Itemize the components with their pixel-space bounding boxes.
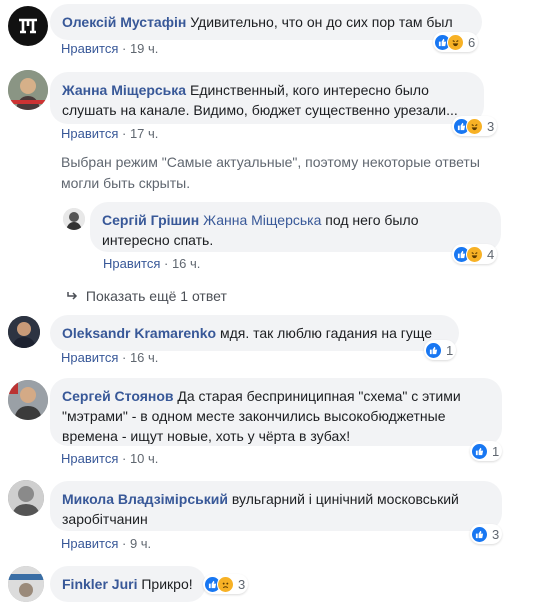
like-link[interactable]: Нравится [61,350,118,365]
like-link[interactable]: Нравится [61,126,118,141]
reaction-count: 1 [492,443,500,459]
reactions-summary[interactable]: 1 [424,340,457,360]
timestamp[interactable]: 9 ч. [130,536,151,551]
avatar[interactable] [8,70,48,110]
comment-author[interactable]: Олексій Мустафін [62,14,186,30]
comment-meta: Нравится · 9 ч. [61,536,152,551]
timestamp[interactable]: 17 ч. [130,126,158,141]
like-link[interactable]: Нравится [61,451,118,466]
reactions-summary[interactable]: 3 [452,116,498,136]
like-reaction-icon [471,525,488,543]
user-photo-icon [8,480,44,516]
reactions-summary[interactable]: 4 [452,244,498,264]
show-more-label: Показать ещё 1 ответ [85,288,227,304]
comment-author[interactable]: Finkler Juri [62,576,137,592]
timestamp[interactable]: 10 ч. [130,451,158,466]
mention-link[interactable]: Жанна Міщерська [203,212,321,228]
user-photo-icon [63,208,85,230]
user-photo-icon [8,316,40,348]
avatar[interactable] [63,208,85,230]
comment-author[interactable]: Микола Владзімірський [62,491,228,507]
like-reaction-icon [471,442,488,460]
timestamp[interactable]: 16 ч. [172,256,200,271]
reply-arrow-icon [66,288,82,304]
avatar[interactable] [8,6,48,46]
comment-bubble: Сергей Стоянов Да старая бесприниципная … [50,378,502,446]
tamga-logo-icon [19,18,37,34]
user-photo-icon [8,70,48,110]
comment-meta: Нравится · 16 ч. [103,256,201,271]
haha-reaction-icon [447,33,464,51]
reaction-count: 1 [446,342,454,358]
timestamp[interactable]: 19 ч. [130,41,158,56]
haha-reaction-icon [466,245,483,263]
comment-meta: Нравится · 16 ч. [61,350,159,365]
timestamp[interactable]: 16 ч. [130,350,158,365]
haha-reaction-icon [466,117,483,135]
like-link[interactable]: Нравится [61,41,118,56]
comment-author[interactable]: Oleksandr Kramarenko [62,325,216,341]
user-photo-icon [8,566,44,602]
comment-bubble: Олексій Мустафін Удивительно, что он до … [50,4,482,40]
reactions-summary[interactable]: 3 [470,524,503,544]
reactions-summary[interactable]: 3 [203,574,249,594]
reaction-count: 4 [487,246,495,262]
comment-bubble: Finkler Juri Прикро! [50,566,206,602]
comment-text: Прикро! [141,576,193,592]
reaction-count: 3 [487,118,495,134]
filter-notice: Выбран режим "Самые актуальные", поэтому… [61,154,480,191]
comment-author[interactable]: Жанна Міщерська [62,82,186,98]
comment-meta: Нравится · 19 ч. [61,41,159,56]
comment-text: Удивительно, что он до сих пор там был [190,14,453,30]
user-photo-icon [8,380,48,420]
comment-bubble: Oleksandr Kramarenko мдя. так люблю гада… [50,315,459,351]
comment-author[interactable]: Сергій Грішин [102,212,199,228]
avatar[interactable] [8,566,44,602]
reply-bubble: Сергій Грішин Жанна Міщерська под него б… [90,202,501,252]
comment-meta: Нравится · 10 ч. [61,451,159,466]
reaction-count: 3 [492,526,500,542]
comment-meta: Нравится · 17 ч. [61,126,159,141]
comment-text: мдя. так люблю гадания на гуще [219,325,433,341]
like-reaction-icon [425,341,442,359]
avatar[interactable] [8,316,40,348]
comment-bubble: Жанна Міщерська Единственный, кого интер… [50,72,484,124]
comment-author[interactable]: Сергей Стоянов [62,388,174,404]
like-link[interactable]: Нравится [61,536,118,551]
like-link[interactable]: Нравится [103,256,160,271]
reaction-count: 6 [468,34,476,50]
sad-reaction-icon [217,575,234,593]
show-more-replies[interactable]: Показать ещё 1 ответ [66,288,227,304]
reactions-summary[interactable]: 6 [433,32,479,52]
reactions-summary[interactable]: 1 [470,441,503,461]
comment-bubble: Микола Владзімірський вульгарний і циніч… [50,481,502,531]
avatar[interactable] [8,480,44,516]
avatar[interactable] [8,380,48,420]
reaction-count: 3 [238,576,246,592]
